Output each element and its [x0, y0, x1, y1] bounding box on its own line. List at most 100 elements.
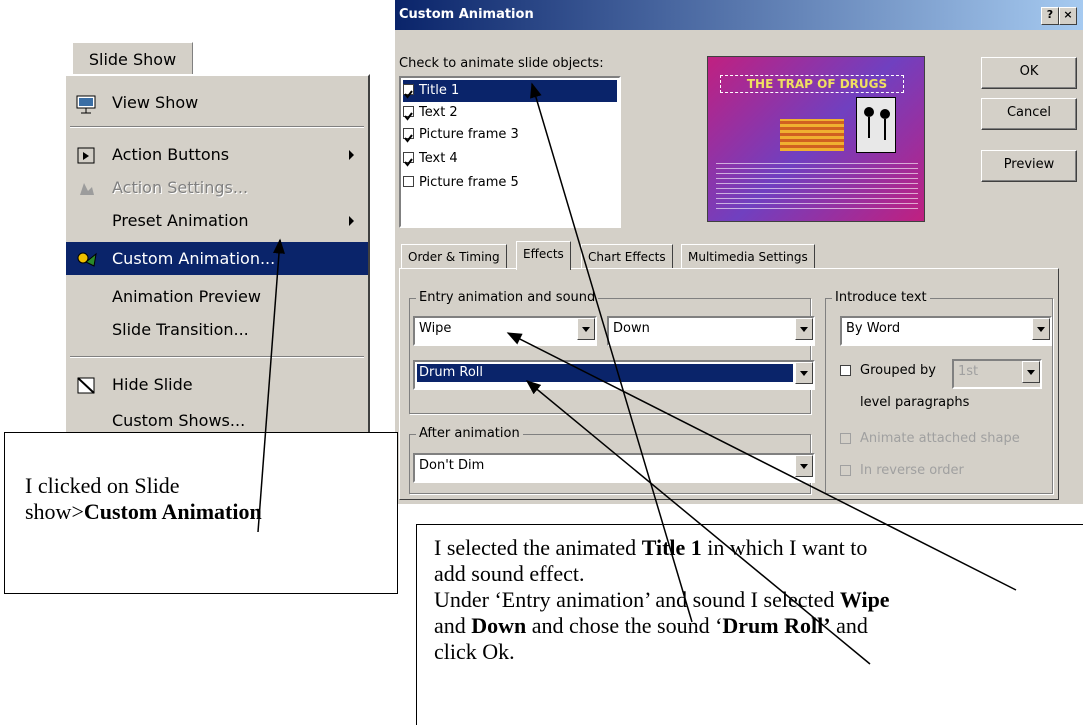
object-label: Title 1	[419, 83, 460, 98]
introduce-text-group-label: Introduce text	[832, 290, 930, 305]
after-animation-group: After animation Don't Dim	[409, 426, 815, 494]
help-button[interactable]: ?	[1041, 7, 1059, 25]
introduce-text-group: Introduce text By Word Grouped by 1st le…	[825, 290, 1053, 494]
checkbox-unchecked[interactable]	[403, 176, 414, 187]
after-animation-group-label: After animation	[416, 426, 523, 441]
menu-item-label: Animation Preview	[112, 287, 261, 306]
submenu-arrow-icon	[349, 216, 354, 226]
direction-dropdown[interactable]: Down	[607, 316, 815, 346]
chevron-down-icon[interactable]	[795, 362, 813, 384]
menu-item-action-settings[interactable]: Action Settings...	[66, 171, 368, 204]
menu-item-label: Action Settings...	[112, 178, 249, 197]
chevron-down-icon[interactable]	[1032, 318, 1050, 340]
tab-multimedia-settings[interactable]: Multimedia Settings	[681, 244, 815, 269]
menu-item-label: Hide Slide	[112, 375, 193, 394]
slide-title: THE TRAP OF DRUGS	[746, 77, 888, 91]
custom-animation-dialog: Custom Animation ? × Check to animate sl…	[395, 0, 1083, 504]
brick-wall-graphic	[780, 119, 844, 151]
effect-dropdown[interactable]: Wipe	[413, 316, 597, 346]
object-label: Picture frame 3	[419, 127, 519, 142]
chevron-down-icon[interactable]	[1022, 361, 1040, 383]
picture-frame-graphic	[856, 97, 896, 153]
grouped-by-dropdown[interactable]: 1st	[952, 359, 1042, 389]
chevron-down-icon[interactable]	[577, 318, 595, 340]
menu-item-hide-slide[interactable]: Hide Slide	[66, 368, 368, 401]
callout-text: in which I want to	[701, 535, 868, 560]
dialog-titlebar: Custom Animation ? ×	[395, 0, 1083, 30]
callout-right-line3: Under ‘Entry animation’ and sound I sele…	[434, 587, 1083, 613]
callout-right-line4: and Down and chose the sound ‘Drum Roll’…	[434, 613, 1083, 639]
animate-attached-label: Animate attached shape	[860, 431, 1020, 446]
grouped-by-label: Grouped by	[860, 363, 936, 378]
callout-text: Under ‘Entry animation’ and sound I sele…	[434, 587, 840, 612]
slide-preview: THE TRAP OF DRUGS	[707, 56, 925, 222]
checkbox-checked[interactable]	[403, 106, 414, 121]
action-settings-icon	[76, 177, 98, 197]
object-label: Text 2	[419, 105, 458, 120]
dialog-title: Custom Animation	[399, 7, 534, 22]
ok-button[interactable]: OK	[981, 57, 1077, 89]
menu-item-label: Preset Animation	[112, 211, 249, 230]
grouped-by-value: 1st	[958, 364, 979, 379]
checkbox-checked[interactable]	[403, 84, 414, 99]
checkbox-checked[interactable]	[403, 152, 414, 167]
introduce-text-dropdown[interactable]: By Word	[840, 316, 1052, 346]
projector-icon	[76, 92, 98, 114]
menu-item-custom-animation[interactable]: Custom Animation...	[66, 242, 368, 275]
tab-chart-effects[interactable]: Chart Effects	[581, 244, 673, 269]
callout-text: and	[434, 613, 472, 638]
cancel-button[interactable]: Cancel	[981, 98, 1077, 130]
animate-attached-row: Animate attached shape	[840, 429, 1050, 451]
callout-left-line2: show>Custom Animation	[25, 499, 397, 525]
callout-right-line1: I selected the animated Title 1 in which…	[434, 535, 1083, 561]
preview-button[interactable]: Preview	[981, 150, 1077, 182]
callout-right-line2: add sound effect.	[434, 561, 585, 586]
sound-dropdown[interactable]: Drum Roll	[413, 360, 815, 390]
callout-bold: Drum Roll’	[722, 613, 831, 638]
callout-left: I clicked on Slide show>Custom Animation	[4, 432, 398, 594]
objects-listbox[interactable]: Title 1 Text 2 Picture frame 3 Text 4 Pi…	[399, 76, 621, 228]
menu-item-slide-transition[interactable]: Slide Transition...	[66, 313, 368, 346]
slide-show-menu-label: Slide Show	[88, 50, 177, 69]
custom-animation-icon	[76, 248, 98, 268]
callout-text: I selected the animated	[434, 535, 642, 560]
sound-value: Drum Roll	[417, 364, 793, 382]
hide-slide-icon	[76, 374, 98, 394]
introduce-text-value: By Word	[846, 321, 901, 336]
callout-bold: Title 1	[641, 535, 702, 560]
menu-item-view-show[interactable]: View Show	[66, 86, 368, 119]
callout-right-line5: click Ok.	[434, 639, 515, 664]
menu-item-preset-animation[interactable]: Preset Animation	[66, 204, 368, 237]
close-button[interactable]: ×	[1059, 7, 1077, 25]
callout-bold: Wipe	[839, 587, 890, 612]
grouped-by-row: Grouped by 1st	[840, 359, 1042, 389]
grouped-by-checkbox[interactable]	[840, 365, 851, 376]
action-buttons-icon	[76, 144, 98, 164]
chevron-down-icon[interactable]	[795, 455, 813, 477]
animate-attached-checkbox[interactable]	[840, 433, 851, 444]
after-animation-dropdown[interactable]: Don't Dim	[413, 453, 815, 483]
tab-effects[interactable]: Effects	[516, 241, 571, 270]
reverse-order-checkbox[interactable]	[840, 465, 851, 476]
object-label: Picture frame 5	[419, 175, 519, 190]
chevron-down-icon[interactable]	[795, 318, 813, 340]
menu-item-label: Custom Animation...	[112, 249, 276, 268]
object-item-title-1[interactable]: Title 1	[403, 80, 617, 102]
menu-item-animation-preview[interactable]: Animation Preview	[66, 280, 368, 313]
menu-separator	[70, 356, 364, 358]
level-paragraphs-label: level paragraphs	[860, 395, 970, 410]
checkbox-checked[interactable]	[403, 128, 414, 143]
reverse-order-row: In reverse order	[840, 461, 1050, 483]
callout-left-line1: I clicked on Slide	[25, 473, 180, 498]
direction-value: Down	[613, 321, 650, 336]
body-text-graphic	[716, 161, 918, 209]
menu-item-label: Action Buttons	[112, 145, 230, 164]
slide-show-menu-title[interactable]: Slide Show	[72, 42, 193, 78]
menu-item-label: View Show	[112, 93, 199, 112]
entry-animation-group-label: Entry animation and sound	[416, 290, 599, 305]
tab-order-timing[interactable]: Order & Timing	[401, 244, 507, 269]
menu-item-action-buttons[interactable]: Action Buttons	[66, 138, 368, 171]
after-animation-value: Don't Dim	[419, 458, 485, 473]
entry-animation-group: Entry animation and sound Wipe Down Drum…	[409, 290, 815, 414]
reverse-order-label: In reverse order	[860, 463, 964, 478]
